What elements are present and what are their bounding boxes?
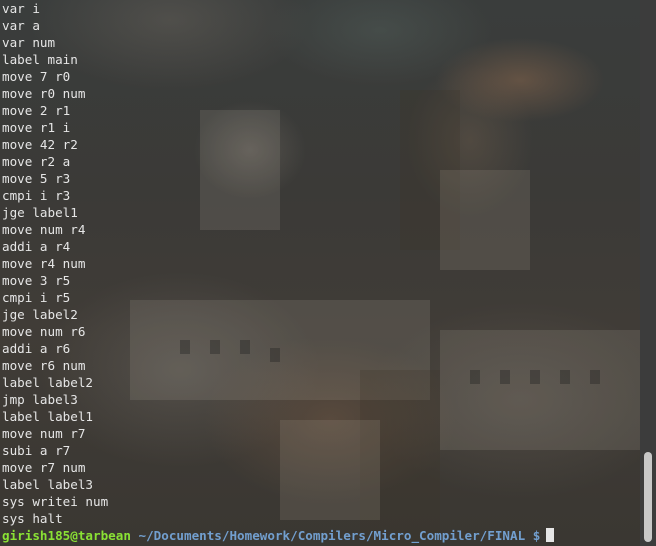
output-line: move 5 r3 [2, 171, 71, 186]
output-line: cmpi i r5 [2, 290, 71, 305]
output-line: move 7 r0 [2, 69, 71, 84]
prompt-path: ~/Documents/Homework/Compilers/Micro_Com… [130, 528, 526, 543]
output-line: move 42 r2 [2, 137, 78, 152]
prompt-user-host: girish185@tarbean [2, 528, 131, 543]
output-line: move 2 r1 [2, 103, 71, 118]
vertical-scrollbar[interactable] [640, 0, 656, 546]
output-line: addi a r4 [2, 239, 71, 254]
output-line: label label3 [2, 477, 93, 492]
output-line: move r2 a [2, 154, 71, 169]
output-line: sys halt [2, 511, 63, 526]
prompt-symbol: $ [525, 528, 541, 543]
output-line: cmpi i r3 [2, 188, 71, 203]
output-line: move r6 num [2, 358, 86, 373]
output-line: jge label2 [2, 307, 78, 322]
terminal-lines: var i var a var num label main move 7 r0 move… [2, 0, 640, 527]
output-line: move r7 num [2, 460, 86, 475]
output-line: move num r6 [2, 324, 86, 339]
output-line: move num r7 [2, 426, 86, 441]
output-line: var i [2, 1, 40, 16]
output-line: jmp label3 [2, 392, 78, 407]
output-line: move r0 num [2, 86, 86, 101]
output-line: label label2 [2, 375, 93, 390]
output-line: sys writei num [2, 494, 109, 509]
output-line: label label1 [2, 409, 93, 424]
output-line: var a [2, 18, 40, 33]
output-line: move 3 r5 [2, 273, 71, 288]
output-line: jge label1 [2, 205, 78, 220]
terminal-output[interactable]: var i var a var num label main move 7 r0 move… [0, 0, 640, 546]
output-line: addi a r6 [2, 341, 71, 356]
output-line: label main [2, 52, 78, 67]
text-cursor [546, 528, 555, 542]
shell-prompt[interactable]: girish185@tarbean ~/Documents/Homework/C… [2, 527, 555, 544]
output-line: move r1 i [2, 120, 71, 135]
output-line: subi a r7 [2, 443, 71, 458]
output-line: move r4 num [2, 256, 86, 271]
scrollbar-thumb[interactable] [644, 452, 652, 542]
output-line: var num [2, 35, 56, 50]
output-line: move num r4 [2, 222, 86, 237]
